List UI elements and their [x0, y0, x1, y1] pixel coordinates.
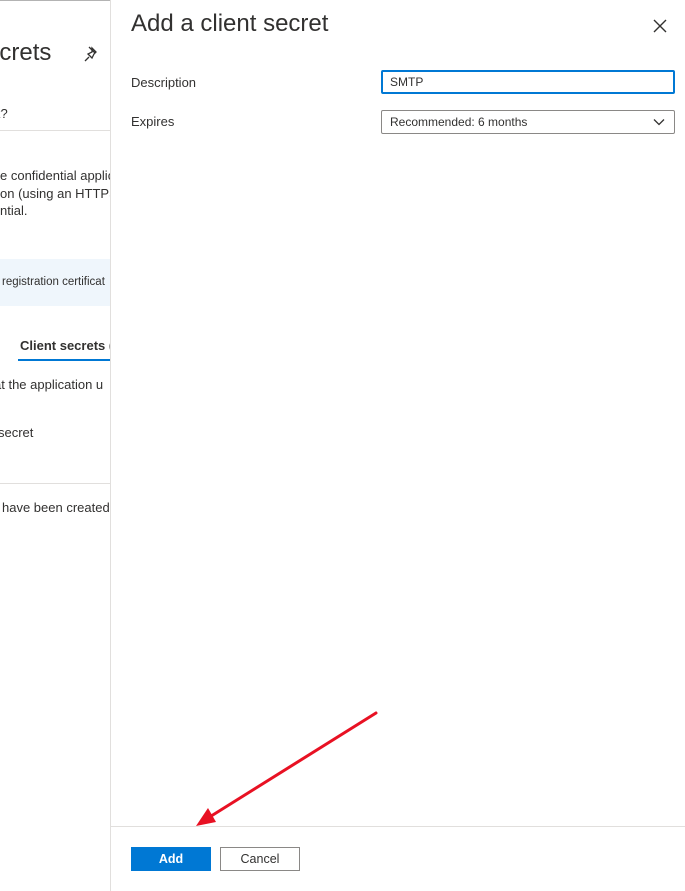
divider [0, 130, 110, 131]
footer-divider [111, 826, 685, 827]
tab-description: at the application u [0, 377, 104, 392]
pin-icon[interactable] [83, 45, 101, 63]
chevron-down-icon [653, 119, 665, 126]
close-icon[interactable] [648, 14, 672, 38]
background-help-link[interactable]: k? [0, 106, 8, 121]
expires-dropdown[interactable]: Recommended: 6 months [381, 110, 675, 134]
empty-state-text: have been created [2, 500, 110, 515]
divider [0, 483, 110, 484]
cancel-button[interactable]: Cancel [220, 847, 300, 871]
background-blade: ecrets k? e confidential applic on (usin… [0, 0, 110, 891]
info-banner-text: registration certificat [2, 276, 105, 288]
expires-label: Expires [131, 114, 175, 129]
new-client-secret-button[interactable]: secret [0, 424, 33, 441]
add-client-secret-panel: Add a client secret Description Expires … [110, 0, 685, 891]
tab-client-secrets[interactable]: Client secrets ( [20, 338, 110, 353]
tab-underline [18, 359, 110, 361]
description-label: Description [131, 75, 197, 90]
panel-title: Add a client secret [131, 10, 329, 37]
background-paragraph-line: on (using an HTTPS [0, 186, 110, 201]
expires-selected-value: Recommended: 6 months [390, 115, 528, 129]
add-button[interactable]: Add [131, 847, 211, 871]
background-paragraph-line: ntial. [0, 203, 28, 218]
background-paragraph-line: e confidential applic [0, 168, 110, 183]
background-page-title: ecrets [0, 39, 52, 66]
description-input[interactable] [381, 70, 675, 94]
